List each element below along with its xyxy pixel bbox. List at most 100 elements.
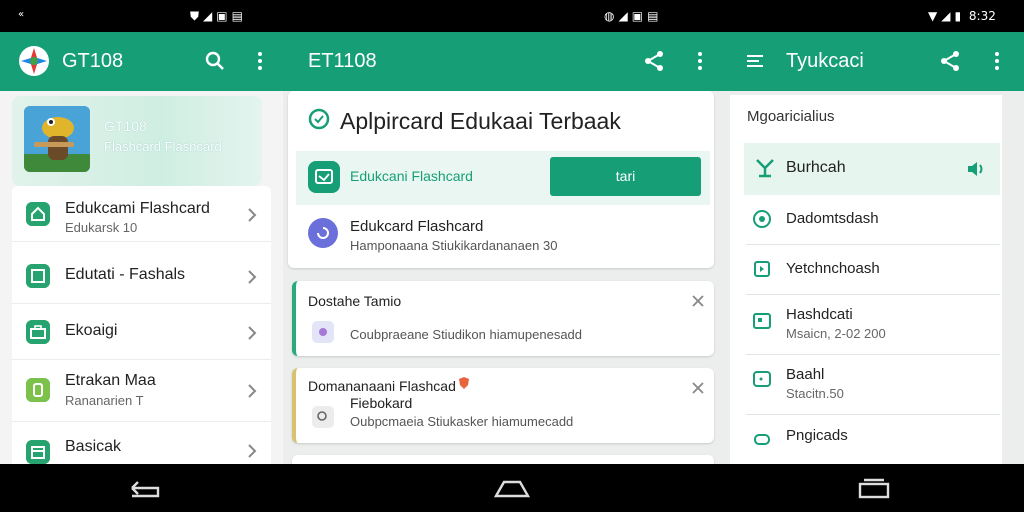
navigation-bar: [0, 464, 1024, 512]
app-title: Tyukcaci: [786, 50, 864, 72]
menu-item-title: Baahl: [786, 366, 825, 383]
left-screen: GT108 GT108 Flashcard Flashcard Edukcami…: [0, 32, 283, 464]
list-item[interactable]: Ekoaigi: [12, 304, 271, 360]
list-item-subtitle: Edukarsk 10: [65, 220, 138, 235]
battery-icon: ▤: [647, 9, 659, 23]
menu-item-title: Pngicads: [786, 427, 848, 444]
featured-title: Aplpircard Edukaai Terbaak: [340, 108, 621, 134]
item-title: Edukcard Flashcard: [350, 218, 484, 235]
notification-title: Dostahe Tamio: [308, 293, 402, 309]
list-item[interactable]: Edutati - Fashals: [12, 248, 271, 304]
menu-item[interactable]: Hashdcati Msaicn, 2-02 200: [746, 295, 1000, 355]
menu-icon[interactable]: [744, 50, 766, 72]
notification-title: Domananaani Flashcad: [308, 378, 456, 394]
list-item-subtitle: Rananarien T: [65, 393, 144, 408]
notification-subtitle: Coubpraeane Stiudikon hiamupenesadd: [350, 327, 583, 342]
shield-icon: [26, 378, 50, 402]
more-options-icon[interactable]: [986, 50, 1008, 72]
status-bar: « ⛊ ◢ ▣ ▤ ◍ ◢ ▣ ▤ ▼ ◢ ▮ 8:32: [0, 0, 1024, 32]
menu-item[interactable]: Dadomtsdash: [746, 195, 1000, 245]
translate-icon: [756, 159, 774, 178]
highlight-label: Edukcani Flashcard: [350, 168, 473, 184]
notification-title-line2: Fiebokard: [350, 395, 413, 411]
recents-icon[interactable]: [854, 476, 894, 500]
menu-item[interactable]: Pngicads: [746, 415, 1000, 464]
card-icon: [753, 371, 771, 387]
notification-card[interactable]: Domananaani Flashcad Fiebokard Oubpcmaei…: [292, 368, 714, 443]
hero-banner[interactable]: GT108 Flashcard Flashcard: [12, 96, 262, 186]
list-item[interactable]: Etrakan Maa Rananarien T: [12, 360, 271, 422]
menu-item-title: Hashdcati: [786, 306, 853, 323]
app-bar: ET1108: [283, 32, 730, 91]
menu-item-active[interactable]: Burhcah: [744, 143, 1000, 195]
wifi-icon: ▼: [928, 9, 938, 23]
mascot-image: [24, 106, 90, 172]
menu-item-title: Dadomtsdash: [786, 210, 879, 227]
app-bar: Tyukcaci: [730, 32, 1024, 91]
wifi-icon: ◢: [618, 9, 628, 23]
card-icon: [26, 264, 50, 288]
calendar-icon: [26, 440, 50, 464]
app-title: GT108: [62, 50, 124, 72]
bubble-icon: [312, 321, 334, 343]
clock: 8:32: [968, 9, 996, 23]
app-bar: GT108: [0, 32, 283, 91]
menu-item-subtitle: Stacitn.50: [786, 386, 844, 401]
flashcard-icon: [308, 161, 340, 193]
alarm-icon: ◍: [604, 9, 615, 23]
back-icon[interactable]: [124, 476, 164, 500]
item-subtitle: Hamponaana Stiukikardananaen 30: [350, 238, 558, 253]
home-icon: [26, 202, 50, 226]
cellular-icon: ◢: [203, 9, 213, 23]
list-item-title: Etrakan Maa: [65, 372, 156, 389]
cards-icon: [754, 434, 770, 445]
search-circle-icon: [312, 406, 334, 428]
more-options-icon[interactable]: [689, 50, 711, 72]
notification-card[interactable]: Dostahe Tamio Coubpraeane Stiudikon hiam…: [292, 281, 714, 356]
search-icon[interactable]: [204, 50, 226, 72]
chevron-right-icon: [248, 326, 257, 340]
list-item-title: Edutati - Fashals: [65, 266, 186, 283]
share-icon[interactable]: [939, 50, 961, 72]
chevron-right-icon: [248, 270, 257, 284]
chevron-right-icon: [248, 384, 257, 398]
close-icon[interactable]: [692, 295, 704, 307]
list-item-title: Ekoaigi: [65, 322, 118, 339]
notification-subtitle: Oubpcmaeia Stiukasker hiamumecadd: [350, 414, 574, 429]
start-button[interactable]: tari: [550, 157, 701, 196]
flag-icon: [754, 261, 770, 277]
briefcase-icon: [26, 320, 50, 344]
menu-item-title: Burhcah: [786, 159, 846, 176]
more-options-icon[interactable]: [249, 50, 271, 72]
speaker-icon[interactable]: [964, 158, 986, 180]
list-item[interactable]: Edukcami Flashcard Edukarsk 10: [12, 186, 271, 242]
share-icon[interactable]: [643, 50, 665, 72]
home-icon[interactable]: [492, 476, 532, 500]
menu-item-title: Yetchnchoash: [786, 260, 880, 277]
sim-icon: ▣: [631, 9, 644, 23]
menu-item[interactable]: Baahl Stacitn.50: [746, 355, 1000, 415]
status-icons-left: ⛊ ◢ ▣ ▤: [190, 9, 247, 24]
hero-subtitle: Flashcard Flashcard: [104, 139, 222, 154]
chevron-right-icon: [248, 208, 257, 222]
battery-icon: ▤: [231, 9, 243, 23]
dashboard-icon: [753, 210, 771, 228]
status-icons-right: ▼ ◢ ▮ 8:32: [928, 9, 996, 23]
status-icons-mid: ◍ ◢ ▣ ▤: [604, 9, 662, 23]
app-logo-icon: [19, 46, 49, 76]
list-item-title: Edukcami Flashcard: [65, 200, 210, 217]
menu-list: Edukcami Flashcard Edukarsk 10 Edutati -…: [12, 186, 271, 464]
close-icon[interactable]: [692, 382, 704, 394]
hero-title: GT108: [104, 118, 147, 134]
cellular-icon: ◢: [941, 9, 951, 23]
list-item-title: Basicak: [65, 438, 122, 455]
shield-badge-icon: [459, 377, 469, 389]
menu-item-subtitle: Msaicn, 2-02 200: [786, 326, 886, 341]
check-circle-icon: [308, 108, 330, 130]
notification-icon: «: [18, 9, 25, 20]
list-item[interactable]: Basicak: [12, 424, 271, 464]
featured-card: Aplpircard Edukaai Terbaak Edukcani Flas…: [288, 91, 714, 268]
flashcard-icon: [753, 313, 771, 329]
chevron-right-icon: [248, 444, 257, 458]
menu-item[interactable]: Yetchnchoash: [746, 245, 1000, 295]
